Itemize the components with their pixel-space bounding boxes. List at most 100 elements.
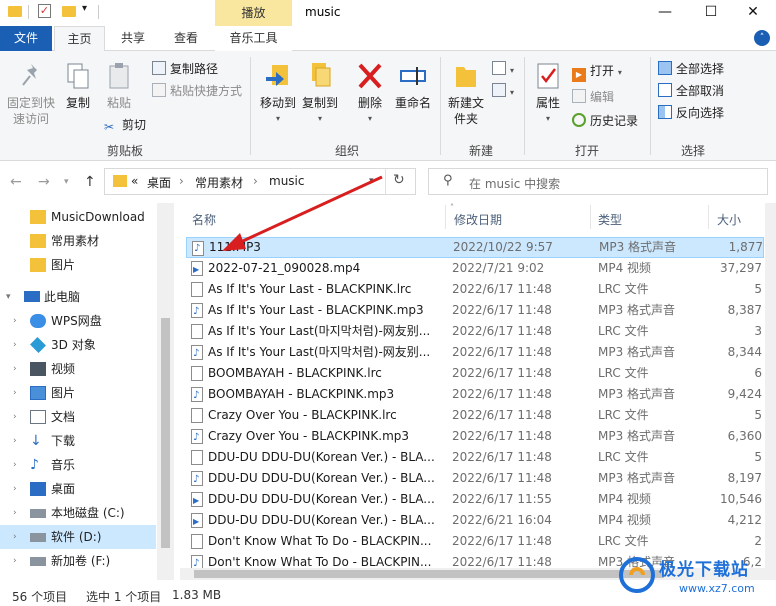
search-input[interactable]: ⚲ 在 music 中搜索	[428, 168, 768, 195]
breadcrumb-overflow[interactable]: «	[131, 174, 138, 188]
sidebar-item[interactable]: › 文档	[0, 405, 156, 429]
select-all-button[interactable]: 全部选择	[658, 59, 724, 79]
back-arrow-icon[interactable]: ←	[10, 174, 22, 190]
recent-locations-chevron-icon[interactable]: ▾	[64, 177, 69, 187]
copy-path-button[interactable]: 复制路径	[152, 59, 218, 79]
sidebar-item[interactable]: 常用素材	[0, 229, 156, 253]
easy-access-button[interactable]: ▾	[492, 81, 514, 101]
up-arrow-icon[interactable]: ↑	[84, 174, 96, 190]
address-history-chevron-icon[interactable]: ▾	[369, 176, 374, 186]
sidebar-item[interactable]: › WPS网盘	[0, 309, 156, 333]
chevron-right-icon[interactable]: ›	[13, 333, 17, 357]
forward-arrow-icon[interactable]: →	[38, 174, 50, 190]
chevron-right-icon[interactable]: ›	[13, 501, 17, 525]
breadcrumb-desktop[interactable]: 桌面	[147, 174, 171, 191]
sidebar-item[interactable]: › 本地磁盘 (C:)	[0, 501, 156, 525]
context-tab-play[interactable]: 播放	[215, 0, 292, 26]
column-header-type[interactable]: 类型	[598, 211, 622, 228]
new-folder-button[interactable]: 新建文件夹	[446, 61, 486, 127]
copy-to-button[interactable]: 复制到 ▾	[300, 61, 340, 127]
file-type: MP4 视频	[598, 513, 652, 527]
file-row[interactable]: DDU-DU DDU-DU(Korean Ver.) - BLA... 2022/…	[186, 447, 764, 468]
sidebar-item[interactable]: › 视频	[0, 357, 156, 381]
breadcrumb-common-materials[interactable]: 常用素材	[195, 174, 243, 191]
sidebar-item[interactable]: 图片	[0, 253, 156, 277]
column-divider[interactable]	[590, 205, 591, 229]
column-header-date[interactable]: 修改日期	[454, 211, 502, 228]
refresh-icon[interactable]: ↻	[393, 172, 405, 188]
column-header-size[interactable]: 大小	[717, 211, 741, 228]
sidebar-item[interactable]: › 桌面	[0, 477, 156, 501]
delete-button[interactable]: 删除 ▾	[354, 61, 386, 127]
file-row[interactable]: As If It's Your Last(마지막처럼)-网友别... 2022/6…	[186, 321, 764, 342]
sidebar-item[interactable]: › ↓ 下载	[0, 429, 156, 453]
file-row[interactable]: BOOMBAYAH - BLACKPINK.mp3 2022/6/17 11:48…	[186, 384, 764, 406]
minimize-button[interactable]: —	[642, 0, 688, 26]
sidebar-item[interactable]: › 图片	[0, 381, 156, 405]
tab-file[interactable]: 文件	[0, 26, 52, 51]
properties-check-icon[interactable]: ✓	[38, 4, 51, 18]
sidebar-item[interactable]: › 软件 (D:)	[0, 525, 156, 549]
file-row[interactable]: DDU-DU DDU-DU(Korean Ver.) - BLA... 2022/…	[186, 489, 764, 511]
select-none-button[interactable]: 全部取消	[658, 81, 724, 101]
edit-button[interactable]: 编辑	[572, 87, 614, 107]
properties-button[interactable]: 属性 ▾	[530, 61, 566, 127]
chevron-right-icon[interactable]: ›	[13, 381, 17, 405]
sidebar-scroll-thumb[interactable]	[161, 318, 170, 548]
new-folder-quick-icon[interactable]	[62, 6, 76, 17]
pin-quick-access-button[interactable]: 固定到快速访问	[4, 61, 58, 127]
file-row[interactable]: 2022-07-21_090028.mp4 2022/7/21 9:02 MP4 视…	[186, 258, 764, 280]
open-button[interactable]: ▶ 打开 ▾	[572, 61, 622, 82]
copy-button[interactable]: 复制	[62, 61, 94, 111]
file-row[interactable]: As If It's Your Last - BLACKPINK.mp3 2022…	[186, 300, 764, 322]
tab-share[interactable]: 共享	[110, 26, 156, 51]
tab-view[interactable]: 查看	[162, 26, 210, 51]
close-button[interactable]: ✕	[730, 0, 776, 26]
breadcrumb-separator[interactable]: ›	[179, 174, 184, 188]
file-row[interactable]: Crazy Over You - BLACKPINK.mp3 2022/6/17 …	[186, 426, 764, 448]
paste-button[interactable]: 粘贴	[102, 61, 136, 111]
file-row[interactable]: As If It's Your Last - BLACKPINK.lrc 2022…	[186, 279, 764, 300]
file-row[interactable]: DDU-DU DDU-DU(Korean Ver.) - BLA... 2022/…	[186, 468, 764, 490]
cut-button[interactable]: ✂ 剪切	[104, 115, 146, 135]
tab-home[interactable]: 主页	[54, 26, 105, 52]
breadcrumb-music[interactable]: music	[269, 174, 304, 188]
column-header-name[interactable]: 名称	[192, 211, 216, 228]
tab-music-tools[interactable]: 音乐工具	[215, 26, 292, 51]
file-row[interactable]: Crazy Over You - BLACKPINK.lrc 2022/6/17 …	[186, 405, 764, 426]
chevron-right-icon[interactable]: ›	[13, 429, 17, 453]
sidebar-item[interactable]: ▾ 此电脑	[0, 285, 156, 309]
maximize-button[interactable]: ☐	[688, 0, 734, 26]
paste-shortcut-button[interactable]: 粘贴快捷方式	[152, 81, 242, 101]
file-row[interactable]: As If It's Your Last(마지막처럼)-网友别... 2022/6…	[186, 342, 764, 364]
column-divider[interactable]	[708, 205, 709, 229]
history-button[interactable]: 历史记录	[572, 111, 638, 131]
sidebar-item[interactable]: › 3D 对象	[0, 333, 156, 357]
chevron-right-icon[interactable]: ›	[13, 405, 17, 429]
horizontal-scroll-thumb[interactable]	[194, 570, 664, 578]
file-row[interactable]: 111.MP3 2022/10/22 9:57 MP3 格式声音 1,877	[186, 237, 764, 258]
chevron-down-icon[interactable]: ▾	[6, 285, 11, 309]
file-row[interactable]: BOOMBAYAH - BLACKPINK.lrc 2022/6/17 11:48…	[186, 363, 764, 384]
breadcrumb-separator[interactable]: ›	[253, 174, 258, 188]
sidebar-item[interactable]: › ♪ 音乐	[0, 453, 156, 477]
chevron-right-icon[interactable]: ›	[13, 453, 17, 477]
sidebar-item[interactable]: › 新加卷 (F:)	[0, 549, 156, 573]
file-row[interactable]: DDU-DU DDU-DU(Korean Ver.) - BLA... 2022/…	[186, 510, 764, 532]
file-list-vertical-scrollbar[interactable]	[765, 203, 776, 580]
chevron-right-icon[interactable]: ›	[13, 309, 17, 333]
customize-quick-access-icon[interactable]: ▾	[82, 3, 87, 14]
column-divider[interactable]	[445, 205, 446, 229]
invert-selection-button[interactable]: 反向选择	[658, 103, 724, 123]
chevron-right-icon[interactable]: ›	[13, 477, 17, 501]
chevron-right-icon[interactable]: ›	[13, 525, 17, 549]
new-item-button[interactable]: ▾	[492, 59, 514, 79]
address-bar[interactable]: « 桌面 › 常用素材 › music ▾ ↻	[104, 168, 416, 195]
file-type: LRC 文件	[598, 324, 649, 338]
ribbon-toggle-button[interactable]: ˄	[754, 30, 770, 46]
chevron-right-icon[interactable]: ›	[13, 357, 17, 381]
rename-button[interactable]: 重命名	[393, 61, 433, 111]
move-to-button[interactable]: 移动到 ▾	[258, 61, 298, 127]
sidebar-item[interactable]: MusicDownload	[0, 205, 156, 229]
chevron-right-icon[interactable]: ›	[13, 549, 17, 573]
